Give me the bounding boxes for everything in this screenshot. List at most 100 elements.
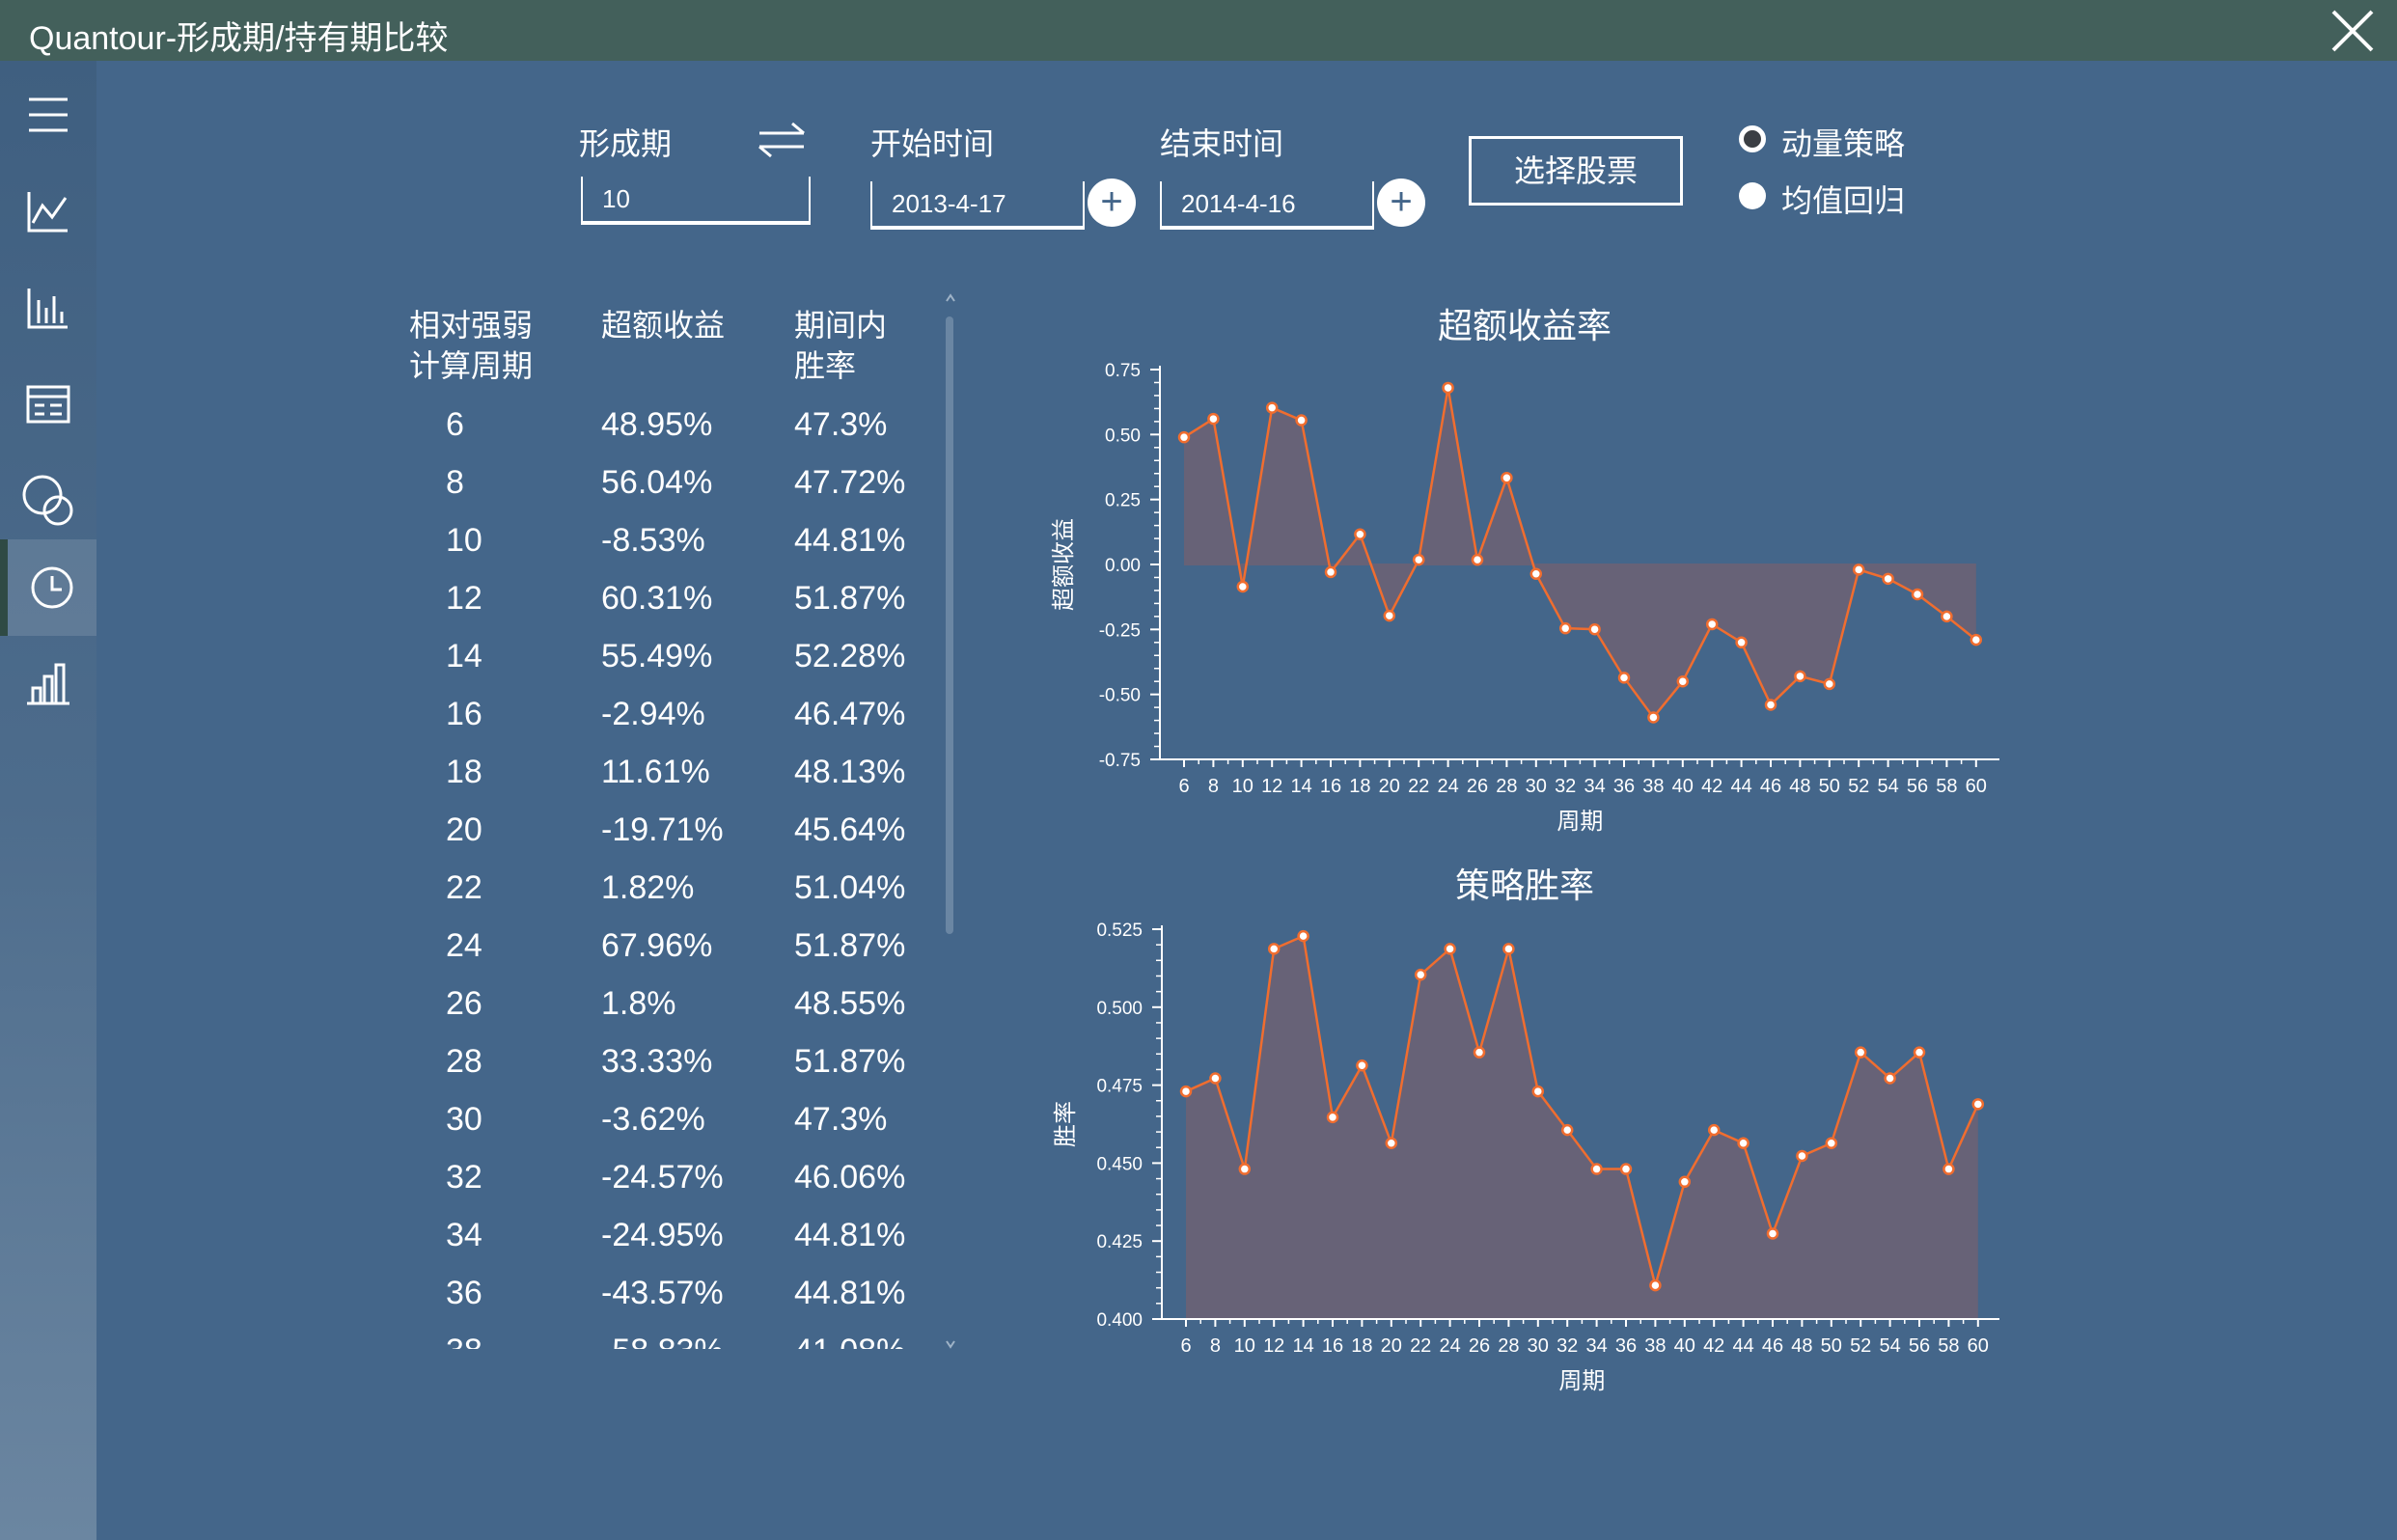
x-tick-label: 52 [1848, 776, 1869, 797]
data-point[interactable] [1766, 1227, 1779, 1240]
select-stocks-button[interactable]: 选择股票 [1469, 136, 1683, 206]
table-row: 20 -19.71% 45.64% [386, 801, 946, 859]
data-point[interactable] [1265, 401, 1279, 414]
end-date-input[interactable] [1160, 181, 1374, 230]
sidebar-item-period-compare[interactable] [0, 539, 96, 636]
x-tick-label: 28 [1496, 776, 1517, 797]
data-point[interactable] [1825, 1137, 1838, 1149]
data-point[interactable] [1267, 943, 1281, 955]
table-row: 28 33.33% 51.87% [386, 1032, 946, 1090]
data-point[interactable] [1678, 1175, 1692, 1189]
mean-reversion-label[interactable]: 均值回归 [1781, 177, 1905, 221]
momentum-label[interactable]: 动量策略 [1781, 120, 1905, 164]
data-point[interactable] [1970, 633, 1983, 646]
data-point[interactable] [1473, 1046, 1486, 1059]
data-point[interactable] [1707, 1123, 1721, 1137]
data-point[interactable] [1794, 670, 1806, 683]
sidebar-item-line-chart[interactable] [0, 163, 96, 260]
sidebar-item-stats[interactable] [0, 636, 96, 732]
data-point[interactable] [1588, 622, 1601, 636]
data-point[interactable] [1385, 1137, 1398, 1149]
scroll-down-icon[interactable] [946, 1340, 955, 1349]
data-point[interactable] [1852, 564, 1865, 576]
data-point[interactable] [1179, 1085, 1193, 1098]
x-tick-label: 40 [1672, 776, 1694, 797]
cell-excess-return: -19.71% [601, 811, 724, 848]
mean-reversion-radio[interactable] [1739, 182, 1766, 209]
data-point[interactable] [1354, 528, 1366, 540]
data-point[interactable] [1414, 968, 1427, 981]
data-point[interactable] [1356, 1059, 1368, 1072]
table-row: 6 48.95% 47.3% [386, 396, 946, 454]
data-point[interactable] [1442, 381, 1454, 395]
data-point[interactable] [1882, 572, 1894, 586]
data-point[interactable] [1501, 471, 1513, 484]
clock-icon [31, 566, 73, 609]
data-point[interactable] [1558, 621, 1572, 635]
x-tick-label: 16 [1320, 776, 1341, 797]
start-date-input[interactable] [870, 181, 1085, 230]
sidebar-item-table[interactable] [0, 356, 96, 453]
series-area [1186, 936, 1978, 1319]
series-area [1184, 387, 1976, 718]
table-icon [26, 385, 70, 424]
data-point[interactable] [1617, 672, 1631, 684]
header-period-line1: 相对强弱 [409, 308, 534, 343]
data-point[interactable] [1444, 943, 1456, 955]
period-input[interactable] [581, 177, 811, 225]
data-point[interactable] [1649, 1279, 1662, 1292]
data-point[interactable] [1764, 699, 1777, 711]
data-point[interactable] [1531, 1085, 1545, 1098]
sidebar-item-menu[interactable] [0, 67, 96, 163]
data-point[interactable] [1676, 674, 1690, 688]
data-point[interactable] [1796, 1149, 1808, 1163]
data-point[interactable] [1913, 1046, 1926, 1059]
x-tick-label: 10 [1234, 1335, 1255, 1357]
data-point[interactable] [1471, 553, 1484, 566]
data-point[interactable] [1735, 636, 1748, 649]
cell-period: 6 [446, 406, 464, 443]
data-point[interactable] [1942, 1163, 1955, 1175]
data-point[interactable] [1383, 609, 1396, 622]
data-point[interactable] [1324, 565, 1337, 579]
window-title: Quantour-形成期/持有期比较 [29, 20, 449, 57]
table-row: 26 1.8% 48.55% [386, 975, 946, 1032]
data-point[interactable] [1177, 430, 1191, 444]
close-button[interactable] [2328, 6, 2378, 56]
sidebar-item-compare[interactable] [0, 453, 96, 549]
data-point[interactable] [1941, 610, 1953, 623]
data-point[interactable] [1238, 1163, 1252, 1175]
sidebar-item-bar-chart[interactable] [0, 260, 96, 356]
data-point[interactable] [1971, 1098, 1985, 1111]
close-icon [2331, 10, 2374, 52]
data-point[interactable] [1854, 1046, 1867, 1059]
data-point[interactable] [1619, 1163, 1633, 1175]
data-point[interactable] [1737, 1137, 1750, 1149]
data-point[interactable] [1705, 618, 1719, 631]
start-date-picker-button[interactable]: + [1088, 179, 1136, 227]
end-date-picker-button[interactable]: + [1377, 179, 1425, 227]
data-point[interactable] [1326, 1111, 1339, 1124]
table-scrollbar[interactable] [944, 289, 957, 1356]
x-tick-label: 16 [1322, 1335, 1343, 1357]
data-point[interactable] [1297, 929, 1309, 943]
data-point[interactable] [1295, 414, 1308, 426]
data-point[interactable] [1823, 677, 1836, 691]
data-point[interactable] [1209, 1072, 1222, 1085]
scrollbar-thumb[interactable] [946, 316, 953, 934]
data-point[interactable] [1412, 553, 1425, 566]
data-point[interactable] [1560, 1123, 1574, 1137]
cell-excess-return: 48.95% [601, 406, 713, 443]
momentum-radio[interactable] [1739, 125, 1766, 152]
swap-button[interactable] [758, 122, 808, 165]
data-point[interactable] [1647, 711, 1660, 724]
data-point[interactable] [1529, 567, 1543, 580]
data-point[interactable] [1207, 412, 1220, 426]
data-point[interactable] [1590, 1163, 1603, 1175]
scroll-up-icon[interactable] [946, 293, 955, 302]
data-point[interactable] [1884, 1072, 1896, 1085]
data-point[interactable] [1236, 580, 1250, 593]
data-point[interactable] [1502, 943, 1515, 955]
data-point[interactable] [1911, 588, 1924, 601]
x-tick-label: 58 [1938, 1335, 1959, 1357]
